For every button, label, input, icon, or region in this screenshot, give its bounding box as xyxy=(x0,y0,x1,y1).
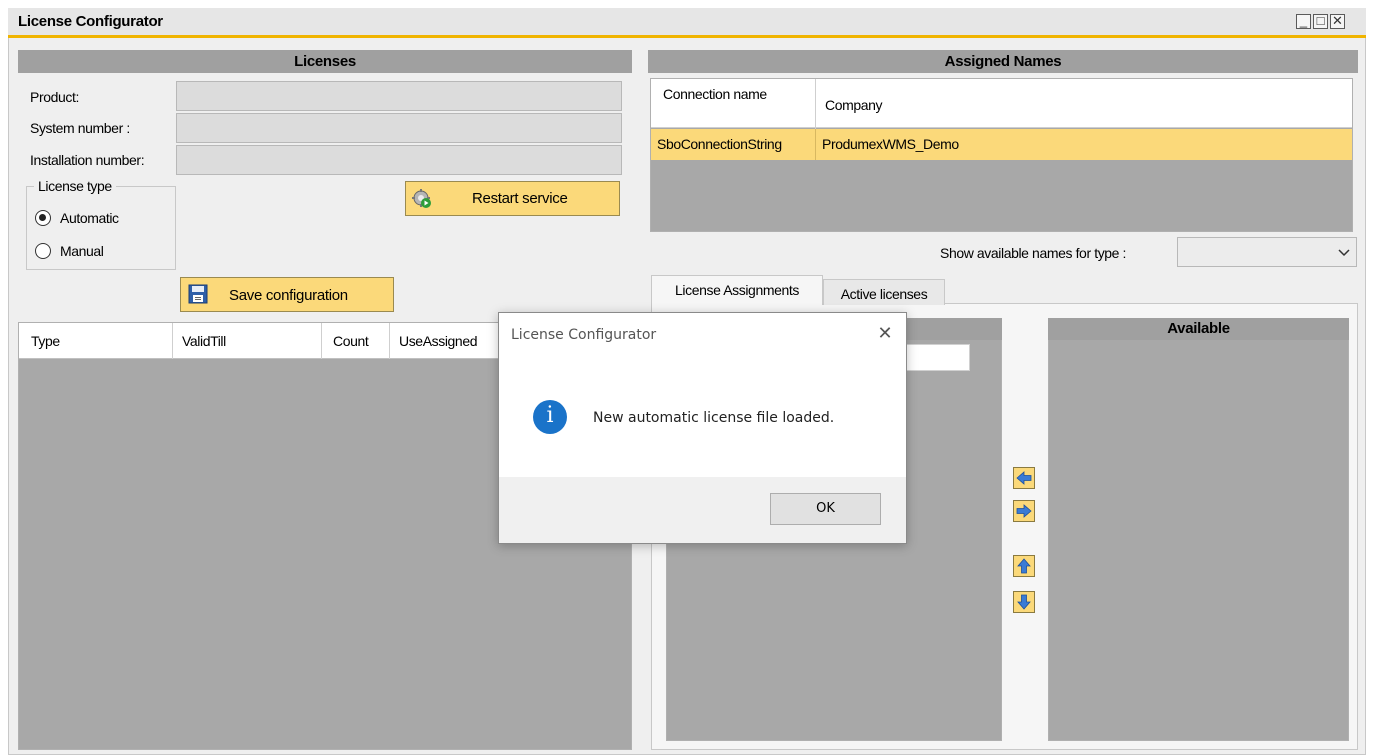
show-names-type-select[interactable] xyxy=(1177,237,1357,267)
column-header-validtill: ValidTill xyxy=(182,333,226,349)
maximize-button[interactable]: □ xyxy=(1313,13,1328,29)
row-company-value: ProdumexWMS_Demo xyxy=(822,136,959,152)
installation-number-field[interactable] xyxy=(176,145,622,175)
move-down-button[interactable] xyxy=(1013,591,1035,613)
move-left-button[interactable] xyxy=(1013,467,1035,489)
move-up-button[interactable] xyxy=(1013,555,1035,577)
column-header-count: Count xyxy=(333,333,369,349)
manual-label: Manual xyxy=(60,243,104,259)
show-names-label: Show available names for type : xyxy=(940,245,1127,261)
save-disk-icon xyxy=(188,284,208,304)
license-type-legend: License type xyxy=(34,178,116,194)
column-header-useassigned: UseAssigned xyxy=(399,333,478,349)
assigned-list-input[interactable] xyxy=(905,344,970,371)
tab-active-licenses[interactable]: Active licenses xyxy=(823,279,945,305)
column-separator xyxy=(172,323,173,359)
automatic-radio[interactable] xyxy=(35,210,51,226)
arrow-up-icon xyxy=(1017,558,1031,574)
save-configuration-button[interactable]: Save configuration xyxy=(180,277,394,312)
minimize-icon: _ xyxy=(1299,13,1308,28)
dialog-title: License Configurator xyxy=(511,327,657,343)
product-label: Product: xyxy=(30,89,79,105)
info-glyph: i xyxy=(546,403,554,428)
column-header-connection-name: Connection name xyxy=(663,86,767,102)
dialog-message: New automatic license file loaded. xyxy=(593,410,835,426)
minimize-button[interactable]: _ xyxy=(1296,13,1311,29)
assigned-names-header: Assigned Names xyxy=(648,50,1358,73)
row-connection-value: SboConnectionString xyxy=(657,136,782,152)
move-right-button[interactable] xyxy=(1013,500,1035,522)
system-number-label: System number : xyxy=(30,120,130,136)
chevron-down-icon xyxy=(1338,249,1350,257)
arrow-left-icon xyxy=(1016,471,1032,485)
column-header-company: Company xyxy=(825,97,883,113)
product-field[interactable] xyxy=(176,81,622,111)
maximize-icon: □ xyxy=(1316,13,1325,28)
close-button[interactable]: ✕ xyxy=(1330,13,1345,29)
arrow-down-icon xyxy=(1017,594,1031,610)
window-titlebar xyxy=(8,8,1366,38)
automatic-label: Automatic xyxy=(60,210,119,226)
dialog-close-icon: ✕ xyxy=(877,323,893,343)
system-number-field[interactable] xyxy=(176,113,622,143)
column-separator xyxy=(389,323,390,359)
column-separator xyxy=(321,323,322,359)
available-header: Available xyxy=(1048,318,1349,340)
ok-button[interactable]: OK xyxy=(770,493,881,525)
column-separator xyxy=(815,129,816,160)
save-configuration-label: Save configuration xyxy=(229,287,348,304)
available-list[interactable] xyxy=(1048,318,1349,741)
window-title: License Configurator xyxy=(18,13,163,30)
dialog-close-button[interactable]: ✕ xyxy=(873,321,897,345)
restart-service-label: Restart service xyxy=(472,190,568,207)
restart-service-button[interactable]: Restart service xyxy=(405,181,620,216)
arrow-right-icon xyxy=(1016,504,1032,518)
radio-selected-dot xyxy=(39,214,46,221)
restart-gear-icon xyxy=(412,189,431,208)
info-icon: i xyxy=(533,400,567,434)
close-icon: ✕ xyxy=(1332,13,1343,28)
licenses-header: Licenses xyxy=(18,50,632,73)
installation-number-label: Installation number: xyxy=(30,152,145,168)
manual-radio[interactable] xyxy=(35,243,51,259)
tab-license-assignments[interactable]: License Assignments xyxy=(651,275,823,305)
column-header-type: Type xyxy=(31,333,60,349)
